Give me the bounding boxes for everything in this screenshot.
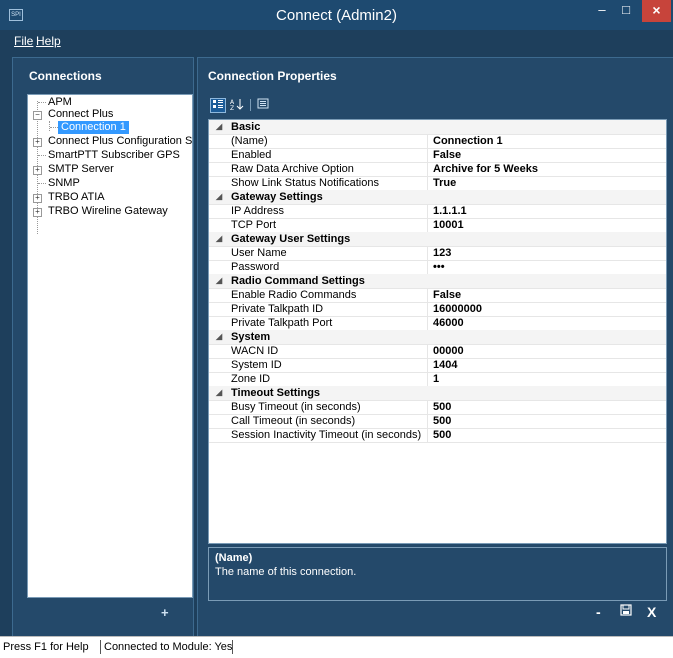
description-title: (Name) (215, 552, 253, 564)
collapse-arrow-icon[interactable]: ◢ (216, 232, 222, 246)
property-row[interactable]: Call Timeout (in seconds) 500 (209, 414, 666, 429)
tree-connector (38, 155, 46, 156)
minimize-button[interactable]: – (590, 0, 614, 22)
property-row[interactable]: TCP Port 10001 (209, 218, 666, 233)
category-radio-command-settings[interactable]: ◢ Radio Command Settings (209, 274, 666, 289)
save-icon[interactable] (620, 604, 632, 619)
category-gateway-user-settings[interactable]: ◢ Gateway User Settings (209, 232, 666, 247)
category-system[interactable]: ◢ System (209, 330, 666, 345)
tree-item-connect-plus[interactable]: Connect Plus (48, 108, 113, 121)
categorized-icon[interactable] (210, 98, 226, 113)
property-row[interactable]: Private Talkpath Port 46000 (209, 316, 666, 331)
status-divider (100, 640, 101, 654)
property-row[interactable]: (Name) Connection 1 (209, 134, 666, 149)
category-gateway-settings[interactable]: ◢ Gateway Settings (209, 190, 666, 205)
tree-connector (38, 102, 46, 103)
close-button[interactable]: × (642, 0, 671, 22)
property-row[interactable]: Show Link Status Notifications True (209, 176, 666, 191)
properties-title: Connection Properties (208, 69, 337, 83)
property-row[interactable]: IP Address 1.1.1.1 (209, 204, 666, 219)
tree-item-trbo-wireline[interactable]: TRBO Wireline Gateway (48, 205, 168, 218)
property-row[interactable]: Password ••• (209, 260, 666, 275)
collapse-arrow-icon[interactable]: ◢ (216, 330, 222, 344)
property-row[interactable]: System ID 1404 (209, 358, 666, 373)
property-row[interactable]: WACN ID 00000 (209, 344, 666, 359)
tree-connector (50, 127, 58, 128)
add-connection-button[interactable]: + (161, 605, 169, 620)
category-basic[interactable]: ◢ Basic (209, 120, 666, 135)
toolbar-divider (250, 99, 251, 111)
property-row[interactable]: Busy Timeout (in seconds) 500 (209, 400, 666, 415)
menu-bar: File Help (0, 30, 673, 51)
collapse-arrow-icon[interactable]: ◢ (216, 386, 222, 400)
property-row[interactable]: Zone ID 1 (209, 372, 666, 387)
property-row[interactable]: Private Talkpath ID 16000000 (209, 302, 666, 317)
maximize-button[interactable]: □ (614, 0, 638, 22)
tree-item-trbo-atia[interactable]: TRBO ATIA (48, 191, 105, 204)
expand-icon[interactable]: + (33, 208, 42, 217)
svg-text:Z: Z (230, 105, 234, 111)
property-pages-icon[interactable] (256, 98, 270, 111)
panel-close-button[interactable]: X (647, 604, 656, 620)
window-title: Connect (Admin2) (276, 7, 397, 24)
tree-connector (49, 121, 50, 131)
panel-minimize-button[interactable]: - (596, 604, 601, 620)
menu-file[interactable]: File (14, 34, 33, 48)
property-row[interactable]: Enabled False (209, 148, 666, 163)
tree-connector (38, 183, 46, 184)
category-timeout-settings[interactable]: ◢ Timeout Settings (209, 386, 666, 401)
property-row[interactable]: User Name 123 (209, 246, 666, 261)
tree-item-snmp[interactable]: SNMP (48, 177, 80, 190)
tree-item-connection-1[interactable]: Connection 1 (58, 121, 129, 134)
connections-title: Connections (29, 69, 102, 83)
properties-panel: Connection Properties AZ ◢ Basic (Name) Co… (197, 57, 673, 637)
collapse-arrow-icon[interactable]: ◢ (216, 120, 222, 134)
menu-help[interactable]: Help (36, 34, 61, 48)
sort-alpha-icon[interactable]: AZ (230, 98, 244, 112)
expand-icon[interactable]: + (33, 166, 42, 175)
collapse-arrow-icon[interactable]: ◢ (216, 190, 222, 204)
status-bar: Press F1 for Help Connected to Module: Y… (0, 636, 673, 658)
property-row[interactable]: Raw Data Archive Option Archive for 5 Wee… (209, 162, 666, 177)
description-text: The name of this connection. (215, 566, 357, 578)
property-row[interactable]: Enable Radio Commands False (209, 288, 666, 303)
tree-item-smtp-server[interactable]: SMTP Server (48, 163, 114, 176)
expand-icon[interactable]: + (33, 138, 42, 147)
property-toolbar: AZ (208, 95, 270, 115)
property-row[interactable]: Session Inactivity Timeout (in seconds) 5… (209, 428, 666, 443)
status-help-text: Press F1 for Help (3, 641, 89, 653)
expand-icon[interactable]: + (33, 194, 42, 203)
tree-item-smartptt-gps[interactable]: SmartPTT Subscriber GPS (48, 149, 180, 162)
status-divider (232, 640, 233, 654)
collapse-arrow-icon[interactable]: ◢ (216, 274, 222, 288)
collapse-icon[interactable]: − (33, 111, 42, 120)
status-module-text: Connected to Module: Yes (104, 641, 233, 653)
connections-tree[interactable]: APM − Connect Plus Connection 1 + Connec… (27, 94, 193, 598)
connections-panel: Connections APM − Connect Plus Connectio… (12, 57, 194, 637)
tree-item-connect-plus-config[interactable]: Connect Plus Configuration Se (48, 135, 192, 148)
title-bar: SPI Connect (Admin2) – □ × (0, 0, 673, 30)
property-grid[interactable]: ◢ Basic (Name) Connection 1 Enabled False R… (208, 119, 667, 544)
property-description: (Name) The name of this connection. (208, 547, 667, 601)
